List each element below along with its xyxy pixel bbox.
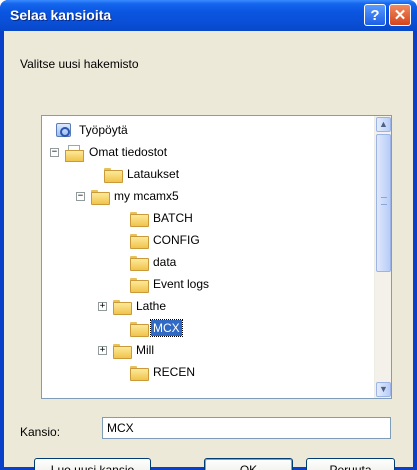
tree-node[interactable]: data <box>130 252 178 272</box>
tree-node[interactable]: Työpöytä <box>56 120 130 140</box>
scroll-thumb[interactable] <box>376 134 391 272</box>
grip-icon <box>381 197 387 205</box>
tree-node-label: Event logs <box>153 277 210 291</box>
new-folder-button[interactable]: Luo uusi kansio <box>34 458 151 470</box>
folder-icon <box>130 365 149 381</box>
tree-node[interactable]: CONFIG <box>130 230 202 250</box>
tree-node[interactable]: + Mill <box>98 340 156 360</box>
title-bar[interactable]: Selaa kansioita ? ✕ <box>0 0 417 31</box>
expand-icon[interactable]: + <box>98 301 107 311</box>
desktop-icon <box>56 123 71 137</box>
folder-field-label: Kansio: <box>20 425 61 439</box>
folder-icon <box>130 321 149 337</box>
tree-node-label: Mill <box>136 343 154 357</box>
window-title: Selaa kansioita <box>10 7 112 23</box>
chevron-up-icon: ▲ <box>379 119 388 129</box>
ok-button[interactable]: OK <box>204 458 293 470</box>
collapse-icon[interactable]: − <box>76 191 85 201</box>
tree-node-label: BATCH <box>153 211 193 225</box>
tree-node[interactable]: MCX <box>130 318 183 338</box>
tree-node[interactable]: Event logs <box>130 274 211 294</box>
scroll-up-button[interactable]: ▲ <box>376 117 391 132</box>
tree-node[interactable]: RECEN <box>130 362 197 382</box>
browse-folder-dialog: Selaa kansioita ? ✕ Valitse uusi hakemis… <box>0 0 417 470</box>
instruction-text: Valitse uusi hakemisto <box>20 57 139 71</box>
folder-icon <box>130 255 149 271</box>
tree-node-label: my mcamx5 <box>114 189 179 203</box>
tree-node[interactable]: Lataukset <box>104 164 181 184</box>
folder-icon <box>113 299 132 315</box>
help-button[interactable]: ? <box>364 4 386 26</box>
close-icon: ✕ <box>393 7 407 24</box>
tree-node-label: MCX <box>150 319 183 337</box>
collapse-icon[interactable]: − <box>50 147 59 157</box>
tree-node[interactable]: + Lathe <box>98 296 168 316</box>
folder-tree-content: Työpöytä − Omat tiedostot Lataukset − my mcam… <box>42 116 373 398</box>
folder-icon <box>130 277 149 293</box>
expand-icon[interactable]: + <box>98 345 107 355</box>
cancel-button[interactable]: Peruuta <box>306 458 395 470</box>
tree-node[interactable]: − Omat tiedostot <box>50 142 169 162</box>
tree-node-label: Omat tiedostot <box>89 145 168 159</box>
tree-node-label: Lataukset <box>127 167 180 181</box>
folder-icon <box>130 211 149 227</box>
tree-node-label: Lathe <box>136 299 167 313</box>
folder-icon <box>130 233 149 249</box>
folder-tree[interactable]: Työpöytä − Omat tiedostot Lataukset − my mcam… <box>41 115 392 399</box>
tree-node-label: CONFIG <box>153 233 200 247</box>
tree-node-label: RECEN <box>153 365 196 379</box>
scroll-down-button[interactable]: ▼ <box>376 382 391 397</box>
tree-node[interactable]: − my mcamx5 <box>76 186 181 206</box>
help-icon: ? <box>370 6 380 24</box>
dialog-body: Valitse uusi hakemisto Työpöytä − Omat tie… <box>4 31 413 470</box>
tree-node-label: Työpöytä <box>79 123 128 137</box>
folder-icon <box>91 189 110 205</box>
tree-scrollbar[interactable]: ▲ ▼ <box>374 116 391 398</box>
folder-input[interactable] <box>102 417 391 439</box>
folder-icon <box>113 343 132 359</box>
close-button[interactable]: ✕ <box>389 4 411 26</box>
tree-node-label: data <box>153 255 177 269</box>
my-documents-icon <box>65 144 84 162</box>
folder-icon <box>104 167 123 183</box>
chevron-down-icon: ▼ <box>379 384 388 394</box>
tree-node[interactable]: BATCH <box>130 208 195 228</box>
